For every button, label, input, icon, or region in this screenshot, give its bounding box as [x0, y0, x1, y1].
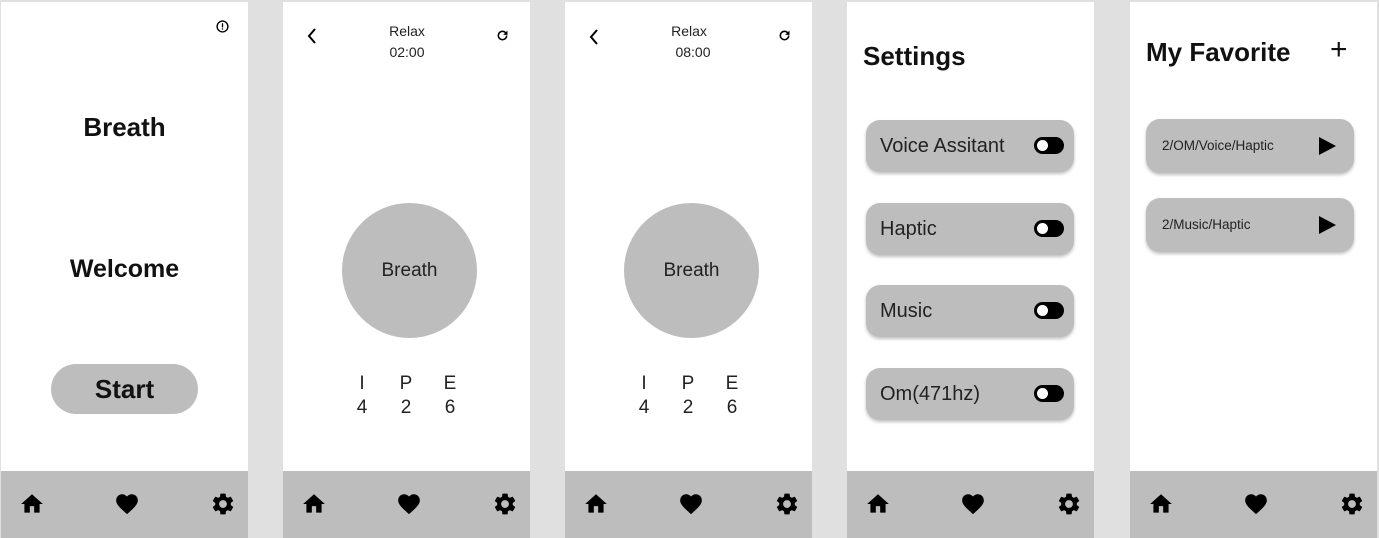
setting-label: Music	[880, 300, 933, 322]
setting-om: Om(471hz)	[866, 368, 1074, 420]
start-button-label: Start	[94, 374, 155, 404]
setting-label: Haptic	[880, 218, 937, 240]
settings-screen: Settings Voice Assitant Haptic Music Om(…	[847, 2, 1094, 538]
gear-icon[interactable]	[492, 491, 518, 517]
timer: 08:00	[675, 44, 711, 60]
favorites-screen: My Favorite + 2/OM/Voice/Haptic 2/Music/…	[1130, 2, 1377, 538]
phase-inhale-letter: I	[641, 373, 647, 394]
phase-pause-value: 2	[400, 397, 412, 418]
music-toggle[interactable]	[1034, 302, 1064, 319]
phase-exhale-value: 6	[444, 397, 456, 418]
favorite-label: 2/OM/Voice/Haptic	[1162, 138, 1274, 153]
phase-pause-value: 2	[682, 397, 694, 418]
timer: 02:00	[389, 44, 425, 60]
setting-voice-assistant: Voice Assitant	[866, 120, 1074, 172]
bottom-nav	[847, 471, 1094, 538]
home-icon[interactable]	[583, 491, 609, 517]
favorite-item[interactable]: 2/Music/Haptic	[1146, 198, 1354, 252]
gear-icon[interactable]	[210, 491, 236, 517]
session-screen-1: Relax 02:00 Breath I P E 4 2 6	[283, 2, 530, 538]
settings-title: Settings	[863, 41, 966, 71]
favorite-item[interactable]: 2/OM/Voice/Haptic	[1146, 119, 1354, 173]
session-screen-2: Relax 08:00 Breath I P E 4 2 6	[565, 2, 812, 538]
welcome-text: Welcome	[69, 255, 180, 283]
phase-exhale-value: 6	[726, 397, 738, 418]
chevron-left-icon[interactable]	[587, 27, 601, 47]
haptic-toggle[interactable]	[1034, 220, 1064, 237]
phase-exhale-letter: E	[443, 373, 457, 394]
setting-haptic: Haptic	[866, 203, 1074, 255]
info-icon[interactable]	[216, 20, 229, 33]
setting-music: Music	[866, 285, 1074, 337]
heart-icon[interactable]	[960, 491, 986, 517]
breath-circle-label: Breath	[381, 259, 438, 281]
play-icon[interactable]	[1319, 137, 1336, 155]
start-button[interactable]: Start	[51, 364, 198, 414]
home-icon[interactable]	[301, 491, 327, 517]
phase-inhale-value: 4	[638, 397, 650, 418]
refresh-icon[interactable]	[495, 28, 510, 43]
bottom-nav	[283, 471, 530, 538]
phase-inhale-value: 4	[356, 397, 368, 418]
bottom-nav	[1130, 471, 1377, 538]
mode-label: Relax	[671, 23, 707, 39]
home-icon[interactable]	[1148, 491, 1174, 517]
phase-pause-letter: P	[681, 373, 695, 394]
refresh-icon[interactable]	[777, 28, 792, 43]
bottom-nav	[565, 471, 812, 538]
breath-circle-label: Breath	[663, 259, 720, 281]
play-icon[interactable]	[1319, 216, 1336, 234]
voice-assistant-toggle[interactable]	[1034, 137, 1064, 154]
heart-icon[interactable]	[114, 491, 140, 517]
gear-icon[interactable]	[1056, 491, 1082, 517]
add-favorite-button[interactable]: +	[1330, 32, 1348, 68]
bottom-nav	[1, 471, 248, 538]
heart-icon[interactable]	[1243, 491, 1269, 517]
setting-label: Om(471hz)	[880, 383, 981, 405]
heart-icon[interactable]	[396, 491, 422, 517]
breath-circle[interactable]: Breath	[624, 203, 759, 338]
gear-icon[interactable]	[774, 491, 800, 517]
welcome-screen: Breath Welcome Start	[1, 2, 248, 538]
mode-label: Relax	[389, 23, 425, 39]
heart-icon[interactable]	[678, 491, 704, 517]
home-icon[interactable]	[865, 491, 891, 517]
favorite-label: 2/Music/Haptic	[1162, 217, 1251, 232]
om-toggle[interactable]	[1034, 385, 1064, 402]
breath-circle[interactable]: Breath	[342, 203, 477, 338]
phase-pause-letter: P	[399, 373, 413, 394]
home-icon[interactable]	[19, 491, 45, 517]
app-title: Breath	[83, 112, 166, 142]
gear-icon[interactable]	[1339, 491, 1365, 517]
chevron-left-icon[interactable]	[305, 26, 319, 46]
phase-inhale-letter: I	[359, 373, 365, 394]
phase-exhale-letter: E	[725, 373, 739, 394]
setting-label: Voice Assitant	[880, 135, 1005, 157]
favorites-title: My Favorite	[1146, 37, 1291, 67]
